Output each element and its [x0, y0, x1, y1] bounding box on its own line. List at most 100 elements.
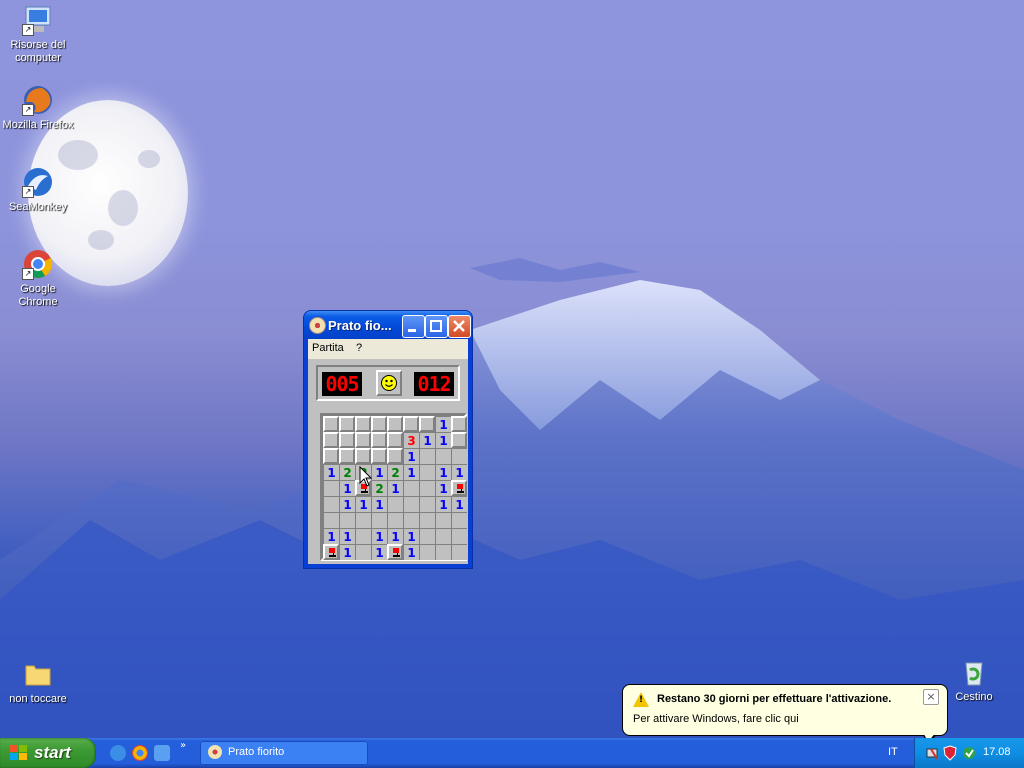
desktop-icon-computer[interactable]: ↗ Risorse del computer	[0, 4, 76, 65]
empty-cell[interactable]	[419, 512, 435, 528]
unrevealed-cell[interactable]	[403, 416, 419, 432]
unrevealed-cell[interactable]	[387, 448, 403, 464]
empty-cell[interactable]	[451, 544, 467, 560]
empty-cell[interactable]	[387, 512, 403, 528]
number-cell[interactable]: 1	[339, 480, 355, 496]
number-cell[interactable]: 1	[355, 496, 371, 512]
minimize-button[interactable]	[402, 315, 425, 338]
unrevealed-cell[interactable]	[355, 416, 371, 432]
chrome-quicklaunch-icon[interactable]	[132, 745, 148, 761]
close-button[interactable]	[448, 315, 471, 338]
number-cell[interactable]: 1	[403, 544, 419, 560]
number-cell[interactable]: 1	[451, 496, 467, 512]
number-cell[interactable]: 1	[387, 528, 403, 544]
number-cell[interactable]: 1	[339, 544, 355, 560]
empty-cell[interactable]	[323, 496, 339, 512]
security-shield-icon[interactable]	[943, 745, 957, 761]
number-cell[interactable]: 1	[323, 464, 339, 480]
unrevealed-cell[interactable]	[371, 432, 387, 448]
number-cell[interactable]: 1	[371, 528, 387, 544]
number-cell[interactable]: 1	[403, 528, 419, 544]
window-titlebar[interactable]: Prato fio...	[304, 311, 472, 339]
start-button[interactable]: start	[0, 738, 96, 768]
unrevealed-cell[interactable]	[339, 448, 355, 464]
empty-cell[interactable]	[419, 480, 435, 496]
empty-cell[interactable]	[451, 448, 467, 464]
empty-cell[interactable]	[323, 512, 339, 528]
new-game-button[interactable]	[376, 370, 402, 396]
empty-cell[interactable]	[323, 480, 339, 496]
empty-cell[interactable]	[451, 512, 467, 528]
number-cell[interactable]: 1	[403, 464, 419, 480]
balloon-close-button[interactable]: ×	[923, 689, 939, 705]
empty-cell[interactable]	[419, 528, 435, 544]
unrevealed-cell[interactable]	[387, 416, 403, 432]
update-tray-icon[interactable]	[961, 745, 977, 761]
activation-balloon[interactable]: ! Restano 30 giorni per effettuare l'att…	[622, 684, 948, 736]
ie-quicklaunch-icon[interactable]	[110, 745, 126, 761]
empty-cell[interactable]	[419, 464, 435, 480]
empty-cell[interactable]	[419, 448, 435, 464]
flagged-cell[interactable]	[323, 544, 339, 560]
empty-cell[interactable]	[339, 512, 355, 528]
menu-help[interactable]: ?	[356, 342, 362, 354]
unrevealed-cell[interactable]	[419, 416, 435, 432]
empty-cell[interactable]	[355, 512, 371, 528]
unrevealed-cell[interactable]	[339, 432, 355, 448]
desktop-icon-firefox[interactable]: ↗ Mozilla Firefox	[0, 84, 76, 132]
empty-cell[interactable]	[355, 528, 371, 544]
unrevealed-cell[interactable]	[323, 448, 339, 464]
unrevealed-cell[interactable]	[355, 432, 371, 448]
taskbar-button-prato-fiorito[interactable]: Prato fiorito	[200, 741, 368, 765]
unrevealed-cell[interactable]	[451, 432, 467, 448]
unrevealed-cell[interactable]	[451, 416, 467, 432]
quicklaunch-expand-icon[interactable]: »	[180, 740, 186, 751]
empty-cell[interactable]	[403, 512, 419, 528]
empty-cell[interactable]	[451, 528, 467, 544]
desktop-icon-seamonkey[interactable]: ↗ SeaMonkey	[0, 166, 76, 214]
menu-partita[interactable]: Partita	[312, 342, 344, 354]
empty-cell[interactable]	[355, 544, 371, 560]
empty-cell[interactable]	[435, 544, 451, 560]
network-tray-icon[interactable]	[925, 745, 941, 761]
number-cell[interactable]: 2	[339, 464, 355, 480]
number-cell[interactable]: 1	[339, 496, 355, 512]
number-cell[interactable]: 1	[451, 464, 467, 480]
clock[interactable]: 17.08	[983, 746, 1011, 758]
number-cell[interactable]: 1	[435, 416, 451, 432]
unrevealed-cell[interactable]	[387, 432, 403, 448]
unrevealed-cell[interactable]	[339, 416, 355, 432]
number-cell[interactable]: 1	[371, 496, 387, 512]
empty-cell[interactable]	[435, 528, 451, 544]
desktop-icon-chrome[interactable]: ↗ Google Chrome	[0, 248, 76, 309]
number-cell[interactable]: 1	[435, 496, 451, 512]
empty-cell[interactable]	[435, 448, 451, 464]
number-cell[interactable]: 1	[323, 528, 339, 544]
unrevealed-cell[interactable]	[355, 448, 371, 464]
number-cell[interactable]: 1	[387, 480, 403, 496]
number-cell[interactable]: 1	[403, 448, 419, 464]
empty-cell[interactable]	[371, 512, 387, 528]
number-cell[interactable]: 1	[371, 544, 387, 560]
number-cell[interactable]: 2	[371, 480, 387, 496]
empty-cell[interactable]	[403, 480, 419, 496]
empty-cell[interactable]	[419, 544, 435, 560]
number-cell[interactable]: 1	[419, 432, 435, 448]
unrevealed-cell[interactable]	[371, 416, 387, 432]
desktop-icon-folder[interactable]: non toccare	[0, 658, 76, 706]
empty-cell[interactable]	[435, 512, 451, 528]
unrevealed-cell[interactable]	[371, 448, 387, 464]
number-cell[interactable]: 1	[435, 464, 451, 480]
seamonkey-quicklaunch-icon[interactable]	[154, 745, 170, 761]
number-cell[interactable]: 1	[339, 528, 355, 544]
maximize-button[interactable]	[425, 315, 448, 338]
empty-cell[interactable]	[419, 496, 435, 512]
number-cell[interactable]: 1	[435, 432, 451, 448]
empty-cell[interactable]	[387, 496, 403, 512]
number-cell[interactable]: 1	[371, 464, 387, 480]
flagged-cell[interactable]	[387, 544, 403, 560]
unrevealed-cell[interactable]	[323, 416, 339, 432]
empty-cell[interactable]	[403, 496, 419, 512]
unrevealed-cell[interactable]	[323, 432, 339, 448]
number-cell[interactable]: 2	[387, 464, 403, 480]
